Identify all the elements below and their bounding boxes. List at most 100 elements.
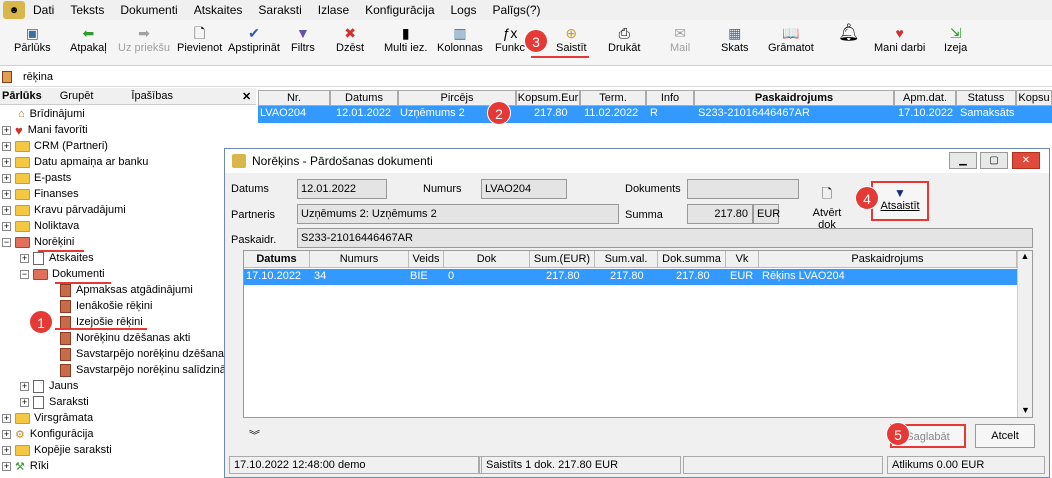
back-button[interactable]: ⬅ Atpakaļ	[70, 24, 107, 54]
tree-item[interactable]: Norēķinu dzēšanas akti	[60, 330, 190, 346]
col-header-numurs[interactable]: Numurs	[310, 251, 409, 268]
table-row[interactable]: 17.10.2022 34 BIE 0 217.80 217.80 217.80…	[244, 269, 1017, 285]
menu-teksts[interactable]: Teksts	[62, 3, 112, 17]
parluks-button[interactable]: ▣ Pārlūks	[14, 24, 51, 54]
exit-button[interactable]: ⇲ Izeja	[944, 24, 967, 54]
scroll-up-icon[interactable]: ▲	[1018, 251, 1032, 261]
tree-item[interactable]: + Datu apmaiņa ar banku	[2, 154, 148, 170]
print-button[interactable]: ⎙ Drukāt	[608, 24, 640, 54]
close-icon[interactable]: ✕	[1012, 152, 1040, 169]
expand-icon[interactable]: +	[2, 157, 11, 167]
expand-icon[interactable]: +	[2, 461, 11, 471]
menu-atskaites[interactable]: Atskaites	[186, 3, 251, 17]
col-header-term[interactable]: Term.	[580, 90, 646, 106]
col-header-datums[interactable]: Datums	[330, 90, 398, 106]
notifications-button[interactable]: 🔔︎	[838, 24, 860, 42]
col-header-paskaidrojums[interactable]: Paskaidrojums	[759, 251, 1017, 268]
tree-item[interactable]: + Atskaites	[20, 250, 94, 266]
col-header-sum-eur[interactable]: Sum.(EUR)	[530, 251, 595, 268]
menu-logs[interactable]: Logs	[443, 3, 485, 17]
summa-field[interactable]: 217.80	[687, 204, 753, 224]
expand-icon[interactable]: +	[2, 141, 11, 151]
col-header-statuss[interactable]: Statuss	[956, 90, 1016, 106]
view-button[interactable]: ▦ Skats	[721, 24, 749, 54]
paskaidr-field[interactable]: S233-21016446467AR	[297, 228, 1033, 248]
menu-paligs[interactable]: Palīgs(?)	[485, 3, 549, 17]
menu-dokumenti[interactable]: Dokumenti	[112, 3, 185, 17]
tree-item[interactable]: + ⚙ Konfigurācija	[2, 426, 93, 442]
cancel-button[interactable]: Atcelt	[975, 424, 1035, 448]
col-header-apm-dat[interactable]: Apm.dat.	[894, 90, 956, 106]
expand-icon[interactable]: +	[20, 253, 29, 263]
add-button[interactable]: 🗋 Pievienot	[177, 24, 222, 54]
tree-item[interactable]: Savstarpējo norēķinu salīdzinā	[60, 362, 224, 378]
tree-item[interactable]: + Noliktava	[2, 218, 79, 234]
functions-button[interactable]: ƒx Funkc	[495, 24, 525, 54]
tree-item[interactable]: + Finanses	[2, 186, 79, 202]
col-header-kopsu[interactable]: Kopsu	[1016, 90, 1052, 106]
tree-item-noreikini[interactable]: − Norēķini	[2, 234, 74, 250]
delete-button[interactable]: ✖ Dzēst	[336, 24, 364, 54]
expand-icon[interactable]: +	[2, 445, 11, 455]
tab-grupet[interactable]: Grupēt	[60, 90, 94, 102]
tree-item[interactable]: + ♥ Mani favorīti	[2, 122, 88, 138]
expand-icon[interactable]: +	[2, 189, 11, 199]
col-header-nr[interactable]: Nr.	[258, 90, 330, 106]
forward-button[interactable]: ➡ Uz priekšu	[118, 24, 170, 54]
tree-item[interactable]: + E-pasts	[2, 170, 71, 186]
tree-item[interactable]: + CRM (Partneri)	[2, 138, 108, 154]
menu-konfiguracija[interactable]: Konfigurācija	[357, 3, 442, 17]
tree-item-dokumenti[interactable]: − Dokumenti	[20, 266, 105, 282]
approve-button[interactable]: ✔ Apstiprināt	[228, 24, 280, 54]
tab-parluks[interactable]: Pārlūks	[2, 90, 42, 102]
col-header-vk[interactable]: Vk	[726, 251, 759, 268]
filter-button[interactable]: ▼ Filtrs	[291, 24, 315, 54]
tree-item[interactable]: + ⚒ Rīki	[2, 458, 49, 474]
menu-izlase[interactable]: Izlase	[310, 3, 357, 17]
expand-chevron-icon[interactable]: ︾	[249, 427, 260, 443]
tree-item[interactable]: Savstarpējo norēķinu dzēšana	[60, 346, 224, 362]
tree-item[interactable]: + Kopējie saraksti	[2, 442, 112, 458]
numurs-field[interactable]: LVAO204	[481, 179, 567, 199]
scroll-down-icon[interactable]: ▼	[1018, 405, 1033, 415]
columns-button[interactable]: ▥ Kolonnas	[437, 24, 483, 54]
collapse-icon[interactable]: −	[20, 269, 29, 279]
tree-item[interactable]: ⌂ Brīdinājumi	[18, 106, 85, 122]
expand-icon[interactable]: +	[2, 413, 11, 423]
expand-icon[interactable]: +	[20, 381, 29, 391]
col-header-kopsum[interactable]: Kopsum.Eur	[516, 90, 580, 106]
col-header-paskaidrojums[interactable]: Paskaidrojums	[694, 90, 894, 106]
multi-select-button[interactable]: ▮ Multi iez.	[384, 24, 427, 54]
my-tasks-button[interactable]: ♥ Mani darbi	[874, 24, 925, 54]
col-header-dok-summa[interactable]: Dok.summa	[658, 251, 726, 268]
document-tab[interactable]: rēķina	[0, 67, 1052, 87]
tree-item[interactable]: + Jauns	[20, 378, 78, 394]
col-header-dok[interactable]: Dok	[444, 251, 530, 268]
tree-item[interactable]: + Virsgrāmata	[2, 410, 93, 426]
tree-item[interactable]: Ienākošie rēķini	[60, 298, 152, 314]
expand-icon[interactable]: +	[2, 205, 11, 215]
expand-icon[interactable]: +	[2, 221, 11, 231]
tab-ipasibas[interactable]: Īpašības	[131, 90, 173, 102]
expand-icon[interactable]: +	[20, 397, 29, 407]
open-document-button[interactable]: 🗋 Atvērt dok	[803, 185, 851, 231]
menu-saraksti[interactable]: Saraksti	[250, 3, 309, 17]
datums-field[interactable]: 12.01.2022	[297, 179, 387, 199]
table-row[interactable]: LVAO204 12.01.2022 Uzņēmums 2 217.80 11.…	[258, 106, 1052, 123]
col-header-sum-val[interactable]: Sum.val.	[595, 251, 658, 268]
maximize-icon[interactable]: ▢	[980, 152, 1008, 169]
dialog-titlebar[interactable]: Norēķins - Pārdošanas dokumenti	[225, 149, 1049, 173]
unlink-button[interactable]: ▼ Atsaistīt	[871, 181, 929, 221]
minimize-icon[interactable]: ▁	[949, 152, 977, 169]
link-button[interactable]: ⊕ Saistīt	[556, 24, 587, 54]
tree-item[interactable]: Apmaksas atgādinājumi	[60, 282, 193, 298]
collapse-icon[interactable]: −	[2, 237, 11, 247]
tree-item[interactable]: + Kravu pārvadājumi	[2, 202, 126, 218]
post-button[interactable]: 📖 Grāmatot	[768, 24, 814, 54]
expand-icon[interactable]: +	[2, 173, 11, 183]
expand-icon[interactable]: +	[2, 125, 11, 135]
scrollbar[interactable]: ▲ ▼	[1017, 251, 1032, 417]
tree-item[interactable]: + Saraksti	[20, 394, 89, 410]
menu-dati[interactable]: Dati	[25, 3, 62, 17]
expand-icon[interactable]: +	[2, 429, 11, 439]
